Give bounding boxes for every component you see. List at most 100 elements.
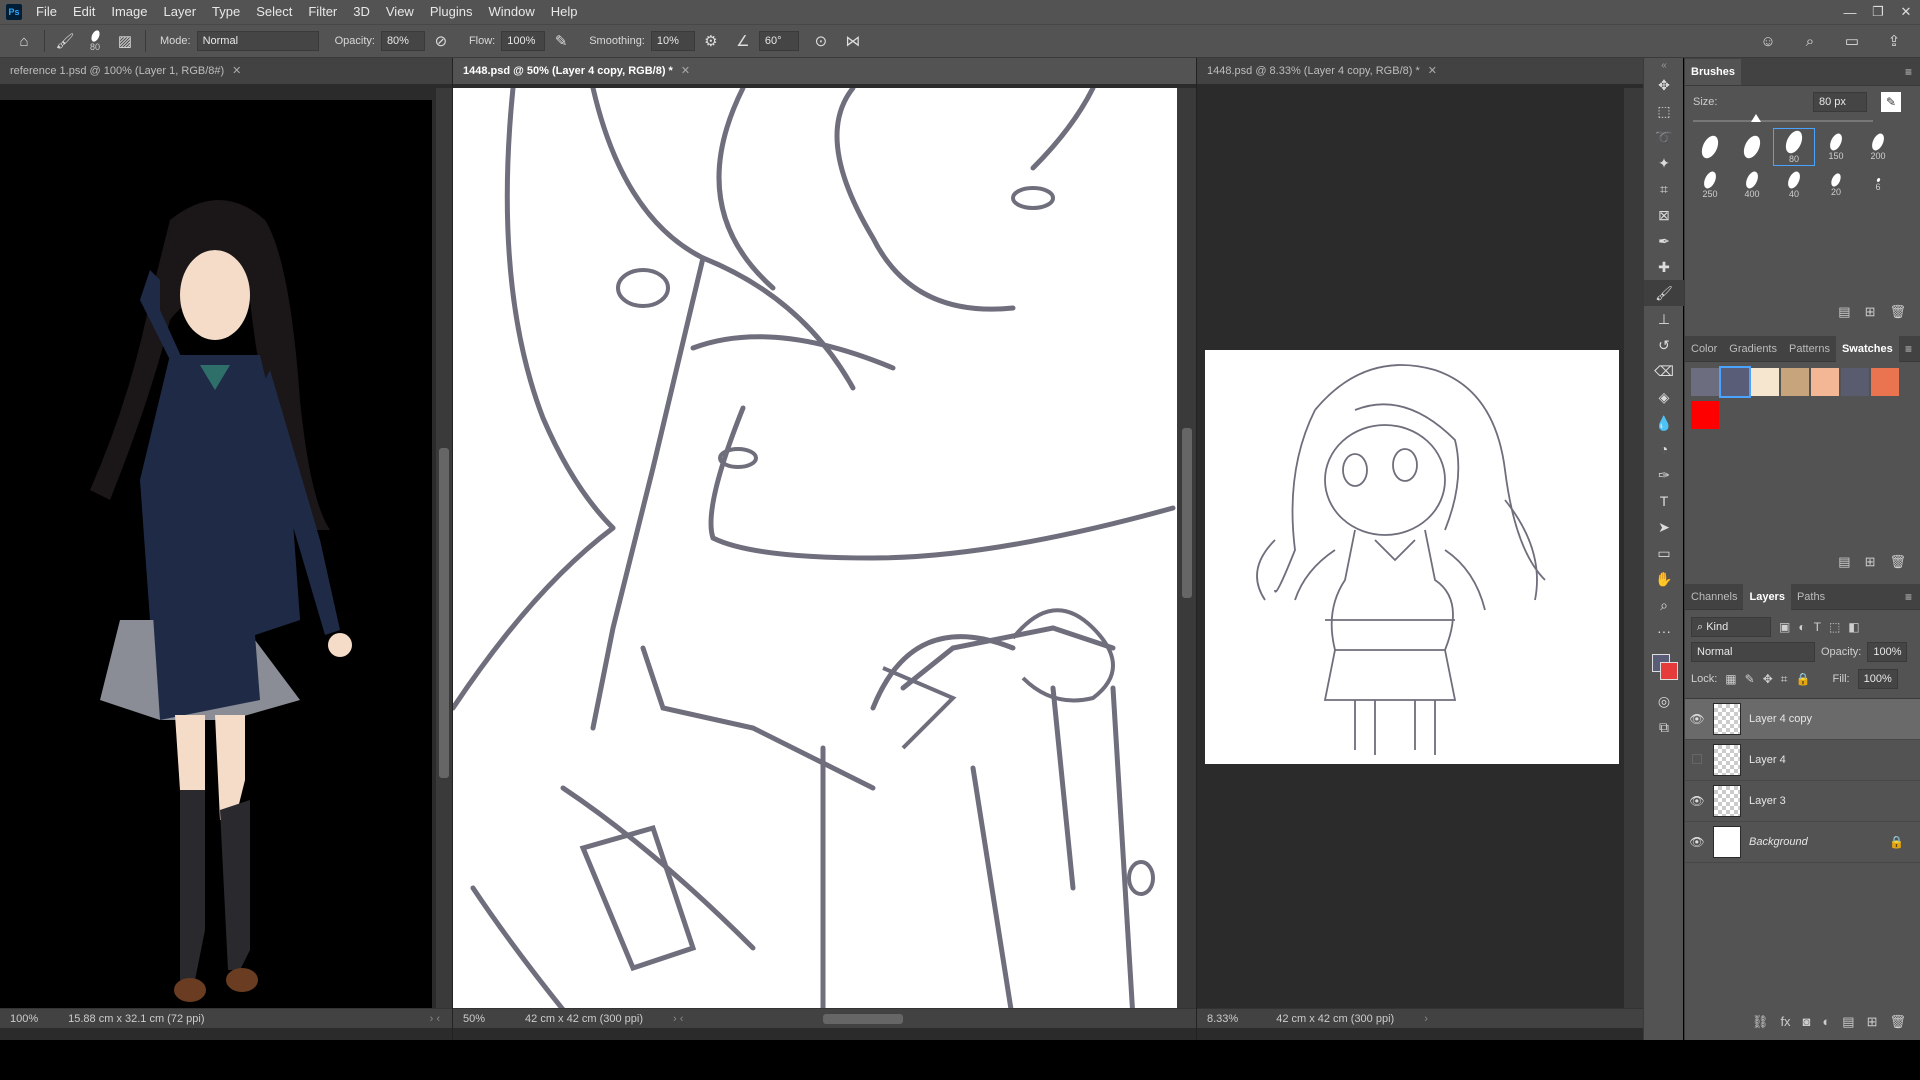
mode-select[interactable]: Normal [196,31,319,51]
blend-mode-select[interactable]: Normal [1691,642,1815,662]
color-picker[interactable] [1644,644,1683,688]
healing-brush-tool-icon[interactable]: ✚ [1644,254,1684,280]
zoom-tool-icon[interactable]: ⌕ [1644,592,1684,618]
vertical-scrollbar[interactable] [1177,88,1197,1022]
close-tab-icon[interactable]: ✕ [232,65,241,77]
status-arrows-icon[interactable]: › [1424,1013,1428,1025]
panel-menu-icon[interactable]: ≡ [1905,65,1912,79]
panel-menu-icon[interactable]: ≡ [1905,342,1912,356]
slider-handle[interactable] [1751,114,1761,122]
type-tool-icon[interactable]: T [1644,488,1684,514]
collapse-panel-icon[interactable]: « [1644,58,1684,72]
brush-settings-icon[interactable]: ✎ [1881,92,1901,112]
brush-preset[interactable]: 6 [1857,166,1899,204]
airbrush-icon[interactable]: ✎ [551,31,571,51]
pressure-opacity-icon[interactable]: ⊘ [431,31,451,51]
shape-tool-icon[interactable]: ▭ [1644,540,1684,566]
new-group-icon[interactable]: ▤ [1838,554,1850,570]
search-icon[interactable]: ⌕ [1800,31,1820,51]
brush-size-field[interactable]: 80 px [1813,92,1867,112]
filter-adjustment-icon[interactable]: ◐ [1798,620,1805,634]
scrollbar-thumb[interactable] [1182,428,1192,598]
frame-tool-icon[interactable]: ⊠ [1644,202,1684,228]
new-layer-icon[interactable]: ⊞ [1867,1014,1878,1030]
close-button[interactable]: ✕ [1892,0,1920,24]
menu-help[interactable]: Help [543,0,586,24]
blur-tool-icon[interactable]: 💧 [1644,410,1684,436]
color-swatch[interactable] [1841,368,1869,396]
menu-view[interactable]: View [378,0,422,24]
lock-artboard-icon[interactable]: ⌗ [1781,672,1788,687]
adjustment-layer-icon[interactable]: ◐ [1822,1014,1830,1030]
menu-window[interactable]: Window [480,0,542,24]
brush-preset-picker[interactable]: 80 [81,29,109,52]
tab-layers[interactable]: Layers [1743,583,1791,610]
minimize-button[interactable]: — [1836,0,1864,24]
angle-field[interactable]: 60° [758,31,799,51]
close-tab-icon[interactable]: ✕ [1428,65,1437,77]
tab-reference[interactable]: reference 1.psd @ 100% (Layer 1, RGB/8#)… [0,58,452,84]
menu-file[interactable]: File [28,0,65,24]
document-size-readout[interactable]: 42 cm x 42 cm (300 ppi) [525,1013,643,1025]
brush-preset[interactable]: 400 [1731,166,1773,204]
stamp-tool-icon[interactable]: ⊥ [1644,306,1684,332]
filter-smart-object-icon[interactable]: ◧ [1848,620,1859,634]
menu-3d[interactable]: 3D [345,0,378,24]
brush-tool-icon[interactable]: 🖌 [55,31,75,51]
path-selection-tool-icon[interactable]: ➤ [1644,514,1684,540]
menu-image[interactable]: Image [103,0,155,24]
restore-button[interactable]: ❐ [1864,0,1892,24]
brush-preset[interactable] [1689,128,1731,166]
panel-menu-icon[interactable]: ≡ [1905,590,1912,604]
brush-tool-icon[interactable]: 🖌 [1644,280,1684,306]
brush-preset[interactable]: 200 [1857,128,1899,166]
lasso-tool-icon[interactable]: ➰ [1644,124,1684,150]
layer-opacity-field[interactable]: 100% [1867,642,1908,662]
menu-edit[interactable]: Edit [65,0,103,24]
vertical-scrollbar[interactable] [1624,88,1644,1022]
tab-gradients[interactable]: Gradients [1723,336,1783,362]
color-swatch[interactable] [1781,368,1809,396]
quick-mask-icon[interactable]: ◎ [1644,688,1684,714]
new-swatch-icon[interactable]: ⊞ [1865,554,1876,570]
opacity-field[interactable]: 80% [380,31,425,51]
new-group-icon[interactable]: ▤ [1842,1014,1854,1030]
status-arrows-icon[interactable]: › ‹ [673,1013,683,1025]
pen-tool-icon[interactable]: ✑ [1644,462,1684,488]
color-swatch[interactable] [1751,368,1779,396]
scrollbar-thumb[interactable] [439,448,449,778]
horizontal-scrollbar-thumb[interactable] [823,1013,904,1024]
zoom-readout[interactable]: 8.33% [1207,1013,1238,1025]
color-swatch[interactable] [1691,401,1719,429]
document-size-readout[interactable]: 15.88 cm x 32.1 cm (72 ppi) [68,1013,204,1025]
history-brush-tool-icon[interactable]: ↺ [1644,332,1684,358]
share-icon[interactable]: ⇪ [1884,31,1904,51]
document-size-readout[interactable]: 42 cm x 42 cm (300 ppi) [1276,1013,1394,1025]
tab-paths[interactable]: Paths [1791,584,1831,610]
drawing-canvas[interactable] [453,88,1177,1022]
layer-row[interactable]: Layer 4 [1685,740,1920,781]
smoothing-settings-gear-icon[interactable]: ⚙ [701,31,721,51]
brush-preset[interactable]: 20 [1815,166,1857,204]
visibility-eye-icon[interactable]: 👁 [1685,712,1709,726]
move-tool-icon[interactable]: ✥ [1644,72,1684,98]
fill-field[interactable]: 100% [1857,669,1898,689]
workspace-icon[interactable]: ▭ [1842,31,1862,51]
visibility-eye-icon[interactable]: 👁 [1685,794,1709,808]
pressure-size-icon[interactable]: ⊙ [811,31,831,51]
reference-canvas[interactable] [0,100,432,1008]
layer-row[interactable]: 👁 Layer 3 [1685,781,1920,822]
menu-filter[interactable]: Filter [300,0,345,24]
marquee-tool-icon[interactable]: ⬚ [1644,98,1684,124]
eyedropper-tool-icon[interactable]: ✒ [1644,228,1684,254]
tab-1448-833[interactable]: 1448.psd @ 8.33% (Layer 4 copy, RGB/8) *… [1197,58,1643,84]
tab-channels[interactable]: Channels [1685,584,1743,610]
lock-position-icon[interactable]: ✥ [1763,672,1773,686]
tab-patterns[interactable]: Patterns [1783,336,1836,362]
brush-settings-icon[interactable]: ▨ [115,31,135,51]
filter-kind-select[interactable]: ⌕ Kind [1691,617,1771,637]
lock-icon[interactable]: 🔒 [1889,835,1904,849]
lock-image-icon[interactable]: ✎ [1745,672,1755,686]
overview-canvas[interactable] [1205,350,1619,764]
background-color-swatch[interactable] [1660,662,1678,680]
